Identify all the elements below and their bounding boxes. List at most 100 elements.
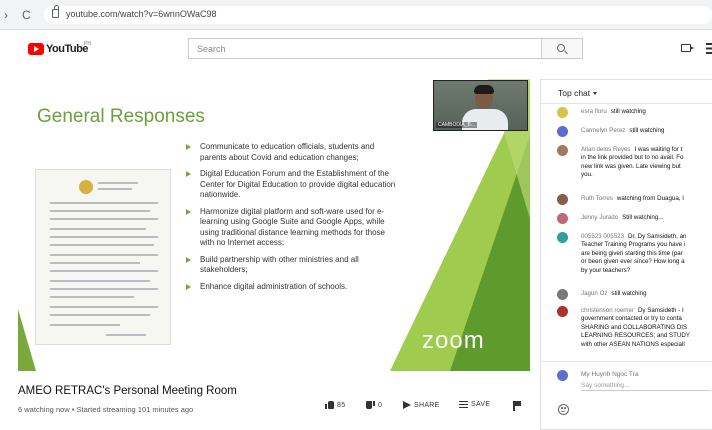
- chat-text: LEARNING RESOURCES; and STUDY: [581, 332, 690, 340]
- doc-line: [98, 182, 138, 184]
- presenter-hair: [474, 85, 494, 94]
- chat-text: Teacher Training Programs you have i: [581, 241, 686, 249]
- chat-input-area: My Huynh Ngoc Tra: [541, 361, 712, 429]
- reload-icon[interactable]: C: [22, 8, 31, 22]
- video-meta: 6 watching now • Started streaming 101 m…: [18, 405, 194, 414]
- bullet-arrow-icon: [186, 144, 191, 150]
- address-bar[interactable]: youtube.com/watch?v=6wnnOWaC98: [44, 5, 712, 24]
- chat-text: new link was given. Late viewing but: [581, 162, 681, 170]
- chat-author: Allan delos Reyes: [581, 146, 631, 153]
- search-icon: [557, 44, 565, 52]
- chat-text: you.: [581, 171, 593, 179]
- chat-text: by your teachers?: [581, 266, 631, 274]
- search-input[interactable]: [188, 38, 541, 59]
- doc-line: [50, 306, 158, 308]
- slide-bullet-list: Communicate to education officials, stud…: [186, 142, 398, 298]
- chat-text: are being given starting this time (par: [581, 249, 683, 257]
- doc-line: [50, 210, 150, 212]
- doc-line: [50, 270, 158, 272]
- chat-author: Ruth Torres: [581, 195, 613, 202]
- chat-text: Dy Samsideth - I: [637, 307, 684, 314]
- video-title: AMEO RETRAC's Personal Meeting Room: [18, 385, 237, 397]
- save-button[interactable]: SAVE: [459, 401, 490, 417]
- avatar: [557, 145, 568, 156]
- bullet-arrow-icon: [186, 208, 191, 215]
- avatar: [557, 232, 568, 243]
- doc-line: [50, 244, 154, 246]
- chat-text: or been given ever since? How long a: [581, 258, 685, 266]
- thumbs-up-icon: [325, 401, 334, 409]
- doc-line: [50, 296, 134, 298]
- chat-header: Top chat: [541, 80, 712, 104]
- bullet-text: Digital Education Forum and the Establis…: [200, 169, 396, 199]
- slide-bullet: Enhance digital administration of school…: [186, 282, 398, 293]
- browser-toolbar: › C youtube.com/watch?v=6wnnOWaC98: [0, 0, 712, 30]
- chat-text: SHARING and COLLABORATING DIS: [581, 323, 688, 331]
- flag-icon: [513, 401, 521, 411]
- doc-line: [106, 334, 146, 336]
- doc-line: [98, 188, 132, 190]
- live-chat-panel: Top chat esra floru still watching Carmel…: [540, 79, 712, 430]
- chat-text: in the link provided but to no avail. Fo: [581, 154, 684, 162]
- emoji-icon[interactable]: [558, 404, 569, 415]
- slide-bullet: Build partnership with other ministries …: [186, 255, 398, 276]
- country-code: PH: [84, 41, 91, 47]
- like-count: 85: [337, 401, 346, 409]
- bullet-arrow-icon: [186, 283, 191, 290]
- chat-mode-dropdown[interactable]: Top chat: [558, 88, 598, 98]
- doc-line: [50, 228, 146, 230]
- chat-text: Still watching...: [622, 214, 664, 221]
- chat-author: 005523 005523: [581, 233, 625, 240]
- share-label: SHARE: [414, 401, 440, 409]
- youtube-play-icon: [28, 43, 44, 55]
- chat-text: still watching: [610, 108, 646, 115]
- avatar: [557, 306, 568, 317]
- share-button[interactable]: SHARE: [403, 401, 440, 417]
- chat-text: I was waiting for t: [634, 146, 683, 153]
- bullet-text: Enhance digital administration of school…: [200, 281, 348, 291]
- apps-icon[interactable]: [706, 43, 712, 54]
- doc-line: [50, 288, 158, 290]
- share-icon: [403, 401, 411, 409]
- chat-author: Jenny Jurado: [581, 214, 619, 221]
- slide-bullet: Harmonize digital platform and soft-ware…: [186, 207, 398, 249]
- doc-line: [50, 254, 158, 256]
- webcam-thumbnail[interactable]: CAMBODIA_B...: [433, 80, 528, 131]
- chat-text: still watching: [629, 127, 665, 134]
- bullet-text: Build partnership with other ministries …: [200, 254, 359, 275]
- back-icon[interactable]: ›: [4, 8, 8, 22]
- doc-line: [50, 262, 140, 264]
- avatar: [557, 289, 568, 300]
- video-player[interactable]: General Responses Communicate to educati…: [18, 79, 530, 371]
- dislike-button[interactable]: 0: [366, 401, 382, 417]
- doc-line: [50, 236, 158, 238]
- seal-emblem: [79, 180, 93, 194]
- chat-mode-label: Top chat: [558, 88, 591, 98]
- thumbs-down-icon: [366, 401, 375, 409]
- like-button[interactable]: 85: [325, 401, 345, 417]
- dislike-count: 0: [378, 401, 383, 409]
- youtube-header: YouTube PH: [0, 30, 712, 70]
- bullet-text: Harmonize digital platform and soft-ware…: [200, 206, 385, 248]
- url-text: youtube.com/watch?v=6wnnOWaC98: [66, 9, 217, 19]
- lock-icon: [52, 5, 59, 18]
- slide-bullet: Digital Education Forum and the Establis…: [186, 169, 398, 201]
- slide-bullet: Communicate to education officials, stud…: [186, 142, 398, 163]
- doc-line: [50, 280, 150, 282]
- chat-input[interactable]: [581, 380, 711, 391]
- chat-author: Jagun Oz: [581, 290, 608, 297]
- search-button[interactable]: [541, 38, 583, 59]
- zoom-watermark: zoom: [422, 327, 485, 354]
- doc-line: [50, 202, 158, 204]
- document-image: [35, 169, 171, 345]
- report-button[interactable]: [513, 401, 521, 417]
- chat-text: government contacted or try to conta: [581, 315, 682, 323]
- youtube-logo-text: YouTube: [46, 43, 88, 55]
- chat-author: Carmelyn Perez: [581, 127, 626, 134]
- chat-text: watching from Duagua, I: [616, 195, 684, 202]
- create-video-icon[interactable]: [681, 44, 694, 52]
- doc-line: [50, 218, 158, 220]
- chat-text: Dr. Dy Samsideth, an: [628, 233, 687, 240]
- save-label: SAVE: [471, 401, 491, 408]
- webcam-label: CAMBODIA_B...: [436, 122, 477, 128]
